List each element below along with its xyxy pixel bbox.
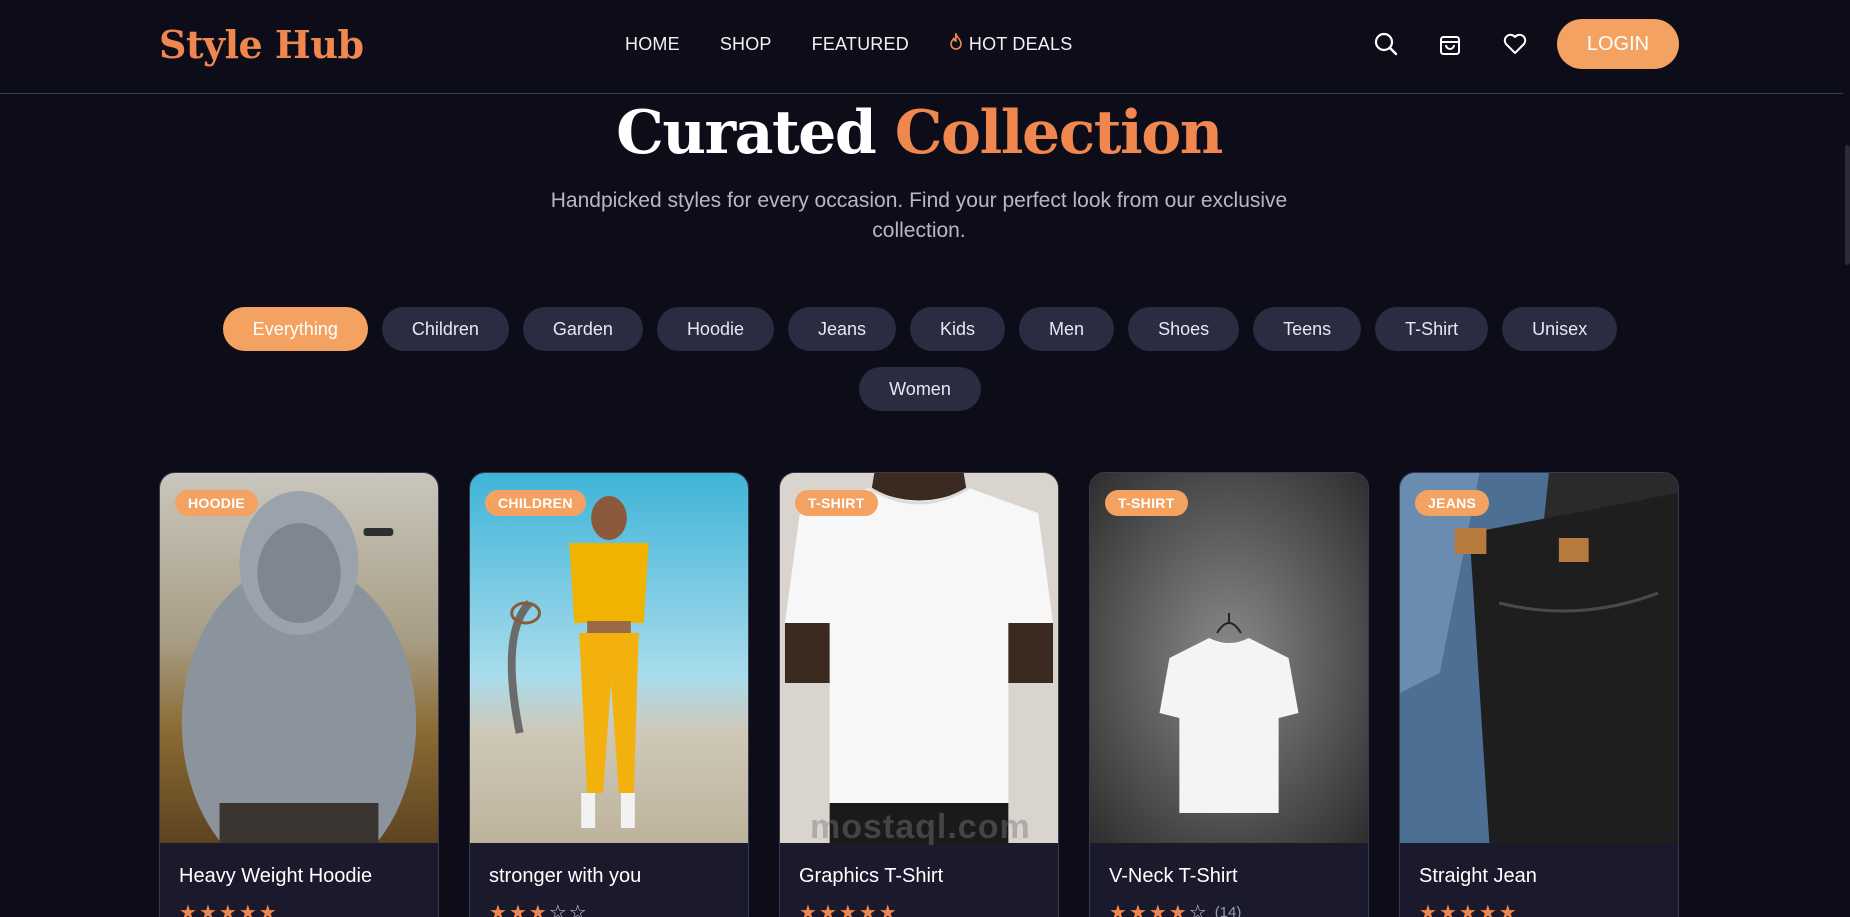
nav-featured-label: FEATURED	[811, 33, 909, 54]
product-card[interactable]: T-SHIRT Graphics T-Shirt ★ ★ ★ ★ ★	[779, 472, 1059, 917]
filter-hoodie[interactable]: Hoodie	[656, 307, 774, 351]
filter-garden[interactable]: Garden	[522, 307, 643, 351]
rating-stars: ★ ★ ★ ★ ★	[1419, 900, 1659, 917]
star-icon: ★	[258, 902, 279, 917]
product-title[interactable]: V-Neck T-Shirt	[1109, 865, 1349, 888]
star-icon: ★	[1128, 902, 1149, 917]
filter-kids[interactable]: Kids	[910, 307, 1006, 351]
product-title[interactable]: Straight Jean	[1419, 865, 1659, 888]
star-outline-icon: ☆	[1188, 902, 1209, 917]
star-icon: ★	[1478, 902, 1499, 917]
product-image: CHILDREN	[470, 473, 748, 843]
rating-stars: ★ ★ ★ ★ ★	[799, 900, 1039, 917]
filter-t-shirt[interactable]: T-Shirt	[1375, 307, 1489, 351]
product-card[interactable]: JEANS Straight Jean ★ ★ ★ ★ ★	[1399, 472, 1679, 917]
star-icon: ★	[1498, 902, 1519, 917]
star-icon: ★	[489, 902, 509, 917]
shopping-bag-icon[interactable]	[1437, 31, 1463, 57]
review-count: (14)	[1214, 904, 1242, 917]
category-badge: T-SHIRT	[795, 490, 878, 516]
category-filter-bar: Everything Children Garden Hoodie Jeans …	[190, 307, 1650, 411]
star-icon: ★	[1148, 902, 1169, 917]
scrollbar-track[interactable]	[1843, 0, 1850, 917]
star-icon: ★	[1458, 902, 1479, 917]
filter-children[interactable]: Children	[381, 307, 509, 351]
flame-icon	[949, 31, 963, 55]
main-nav: HOME SHOP FEATURED HOT DEALS	[625, 31, 1112, 55]
nav-featured[interactable]: FEATURED	[812, 34, 909, 55]
star-icon: ★	[878, 902, 899, 917]
product-title[interactable]: Heavy Weight Hoodie	[179, 865, 419, 888]
product-card[interactable]: T-SHIRT V-Neck T-Shirt ★ ★ ★ ★ ☆ (14)	[1089, 472, 1369, 917]
brand-logo[interactable]: Style Hub	[159, 22, 364, 67]
rating-stars: ★ ★ ★ ★ ★	[179, 900, 419, 917]
page-subtitle: Handpicked styles for every occasion. Fi…	[550, 189, 1288, 242]
star-icon: ★	[1168, 902, 1189, 917]
star-icon: ★	[818, 902, 839, 917]
category-badge: T-SHIRT	[1105, 490, 1188, 516]
star-outline-icon: ☆	[568, 902, 589, 917]
site-header: Style Hub HOME SHOP FEATURED HOT DEALS L…	[0, 0, 1843, 94]
title-part-1: Curated	[616, 98, 877, 168]
filter-everything[interactable]: Everything	[222, 307, 368, 351]
heart-icon[interactable]	[1502, 31, 1528, 57]
star-icon: ★	[838, 902, 859, 917]
product-image: JEANS	[1400, 473, 1678, 843]
nav-hot-deals[interactable]: HOT DEALS	[949, 31, 1073, 55]
product-card[interactable]: CHILDREN stronger with you ★ ★ ★ ☆ ☆	[469, 472, 749, 917]
category-badge: HOODIE	[175, 490, 259, 516]
star-icon: ★	[508, 902, 529, 917]
star-icon: ★	[858, 902, 879, 917]
rating-stars: ★ ★ ★ ☆ ☆	[489, 900, 729, 917]
star-icon: ★	[1438, 902, 1459, 917]
category-badge: JEANS	[1415, 490, 1490, 516]
star-outline-icon: ☆	[548, 902, 569, 917]
filter-men[interactable]: Men	[1019, 307, 1115, 351]
star-icon: ★	[799, 902, 819, 917]
category-badge: CHILDREN	[485, 490, 586, 516]
star-icon: ★	[238, 902, 259, 917]
nav-home[interactable]: HOME	[625, 34, 680, 55]
nav-shop[interactable]: SHOP	[720, 34, 772, 55]
search-icon[interactable]	[1373, 31, 1399, 57]
product-title[interactable]: stronger with you	[489, 865, 729, 888]
filter-shoes[interactable]: Shoes	[1128, 307, 1240, 351]
product-card[interactable]: HOODIE Heavy Weight Hoodie ★ ★ ★ ★ ★	[159, 472, 439, 917]
product-title[interactable]: Graphics T-Shirt	[799, 865, 1039, 888]
nav-hot-deals-label: HOT DEALS	[968, 33, 1073, 54]
star-icon: ★	[1419, 902, 1439, 917]
login-button[interactable]: LOGIN	[1557, 19, 1679, 69]
star-icon: ★	[198, 902, 219, 917]
scrollbar-thumb[interactable]	[1845, 145, 1850, 265]
product-image: T-SHIRT	[780, 473, 1058, 843]
product-image: HOODIE	[160, 473, 438, 843]
star-icon: ★	[218, 902, 239, 917]
filter-women[interactable]: Women	[859, 367, 981, 411]
title-part-2: Collection	[894, 98, 1224, 168]
nav-home-label: HOME	[625, 33, 680, 54]
watermark: mostaql.com	[810, 808, 1031, 846]
star-icon: ★	[1109, 902, 1129, 917]
page-title: Curated Collection	[0, 98, 1838, 168]
star-icon: ★	[528, 902, 549, 917]
filter-unisex[interactable]: Unisex	[1502, 307, 1618, 351]
product-image: T-SHIRT	[1090, 473, 1368, 843]
product-grid: HOODIE Heavy Weight Hoodie ★ ★ ★ ★ ★ CHI…	[159, 472, 1679, 917]
nav-shop-label: SHOP	[719, 33, 772, 54]
filter-teens[interactable]: Teens	[1253, 307, 1362, 351]
filter-jeans[interactable]: Jeans	[787, 307, 897, 351]
star-icon: ★	[179, 902, 199, 917]
rating-stars: ★ ★ ★ ★ ☆ (14)	[1109, 900, 1349, 917]
